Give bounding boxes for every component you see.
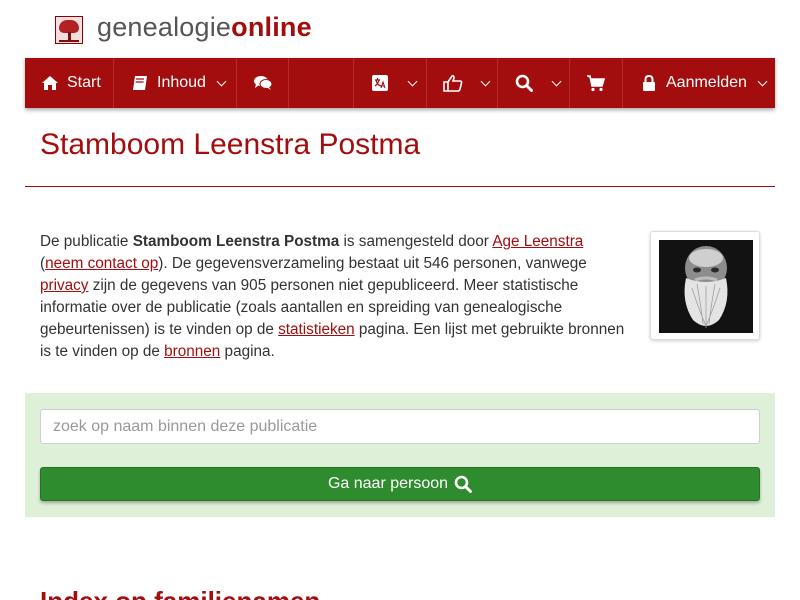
chevron-down-icon <box>216 76 227 86</box>
nav-inhoud-label: Inhoud <box>157 74 206 91</box>
lock-icon <box>639 73 659 93</box>
nav-inhoud[interactable]: Inhoud <box>114 58 237 108</box>
nav-login[interactable]: Aanmelden <box>623 58 775 108</box>
book-icon <box>130 73 150 93</box>
go-to-person-button[interactable]: Ga naar persoon <box>40 467 760 501</box>
nav-shop[interactable] <box>570 58 623 108</box>
nav-language[interactable] <box>353 58 427 108</box>
nav-login-label: Aanmelden <box>666 74 747 91</box>
thumbs-up-icon <box>443 73 463 93</box>
go-to-person-label: Ga naar persoon <box>327 475 449 492</box>
surname-index-heading: Index op familienamen <box>40 586 320 600</box>
chevron-down-icon <box>551 76 562 86</box>
author-portrait[interactable] <box>650 231 760 340</box>
intro-text: De publicatie <box>40 233 133 250</box>
shopping-cart-icon <box>586 73 606 93</box>
sources-link[interactable]: bronnen <box>164 343 220 360</box>
intro-text: pagina. <box>220 343 275 360</box>
home-icon <box>40 73 60 93</box>
statistics-link[interactable]: statistieken <box>278 321 355 338</box>
language-icon <box>370 73 390 93</box>
nav-forum[interactable] <box>237 58 289 108</box>
intro-text: ). De gegevensverzameling bestaat uit 54… <box>158 255 587 272</box>
page-title: Stamboom Leenstra Postma <box>40 128 421 161</box>
nav-share[interactable] <box>427 58 498 108</box>
site-logo[interactable]: genealogieonline <box>97 12 312 43</box>
author-link[interactable]: Age Leenstra <box>492 233 583 250</box>
main-navbar: Start Inhoud Aanmelden <box>25 58 775 108</box>
intro-text: is samengesteld door <box>339 233 493 250</box>
comments-icon <box>253 73 273 93</box>
chevron-down-icon <box>407 76 418 86</box>
nav-start-label: Start <box>67 74 101 91</box>
logo-tree-icon[interactable] <box>55 16 83 44</box>
publication-intro: De publicatie Stamboom Leenstra Postma i… <box>40 231 625 363</box>
chevron-down-icon <box>757 76 768 86</box>
title-divider <box>25 186 775 187</box>
chevron-down-icon <box>480 76 491 86</box>
logo-text-bold: online <box>231 12 312 42</box>
logo-text-light: genealogie <box>97 12 232 42</box>
nav-search[interactable] <box>498 58 570 108</box>
site-header: genealogieonline <box>0 0 800 58</box>
publication-name: Stamboom Leenstra Postma <box>132 233 340 250</box>
contact-link[interactable]: neem contact op <box>45 255 158 272</box>
author-photo <box>659 240 753 333</box>
search-icon <box>454 475 473 493</box>
person-search-panel: Ga naar persoon <box>25 393 775 517</box>
person-search-input[interactable] <box>40 409 760 444</box>
privacy-link[interactable]: privacy <box>40 277 88 294</box>
search-icon <box>514 73 534 93</box>
nav-start[interactable]: Start <box>25 58 114 108</box>
